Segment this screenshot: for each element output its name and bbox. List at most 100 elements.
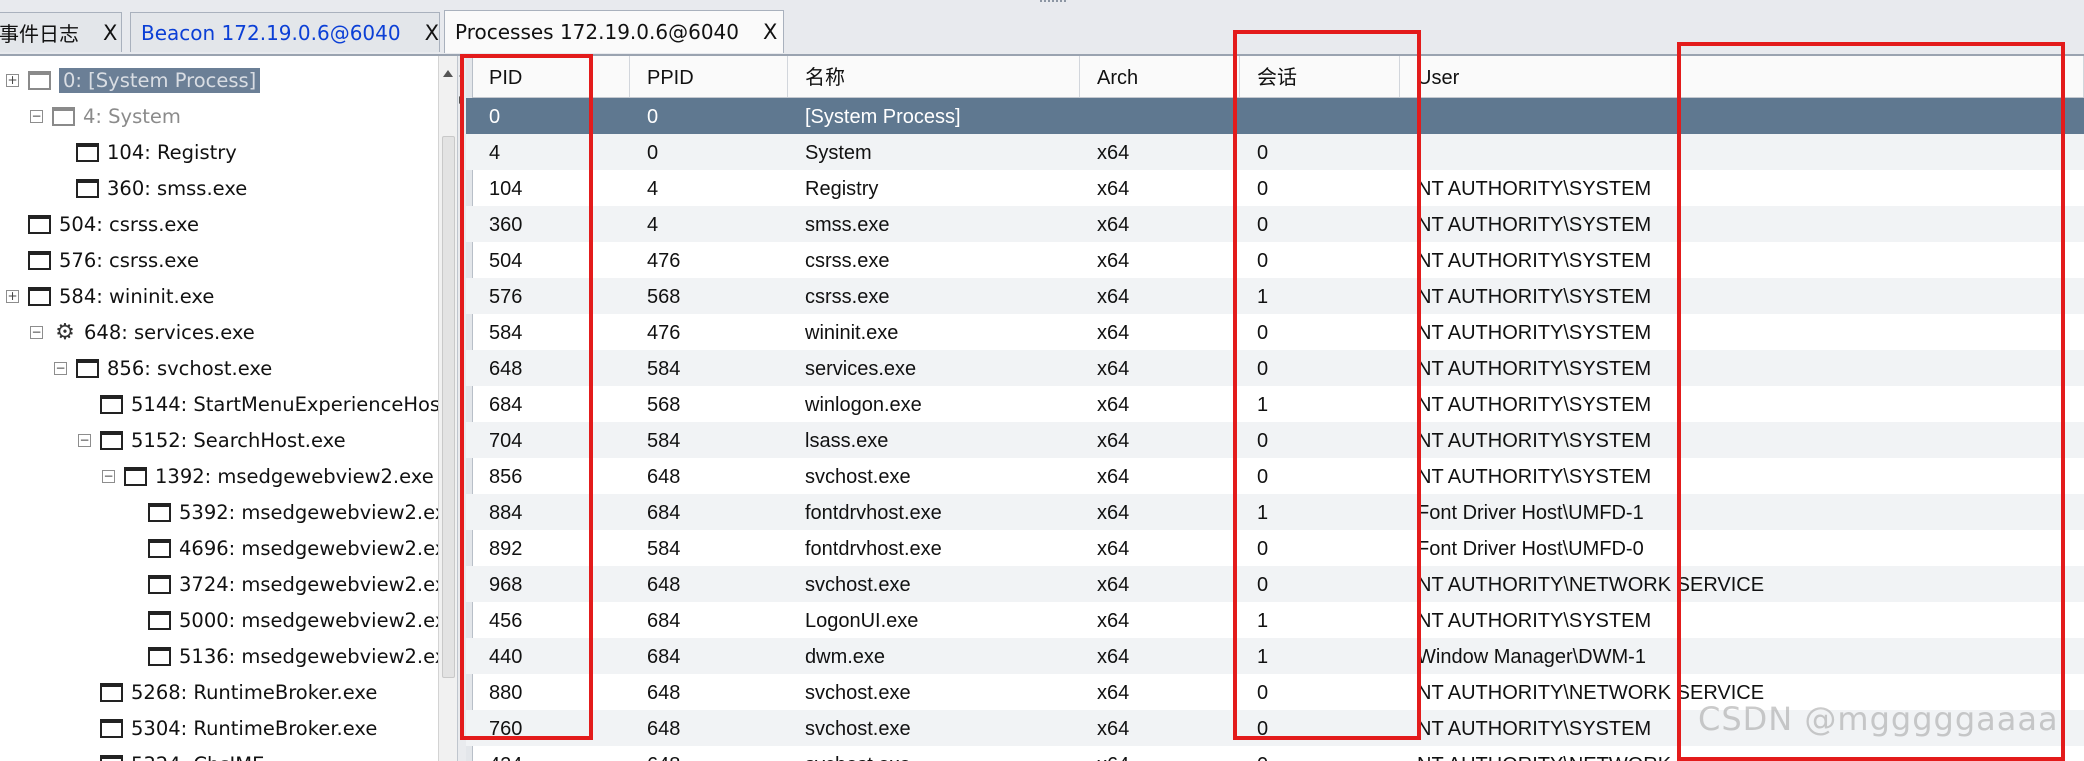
col-ppid-header[interactable]: PPID: [630, 56, 788, 97]
table-row[interactable]: 648 584 services.exe x64 0 NT AUTHORITY\SYSTE…: [466, 350, 2084, 386]
col-pid-cell: 968: [489, 574, 523, 596]
col-user-cell: NT AUTHORITY\NETWORK SERVICE: [1417, 574, 1765, 596]
col-user-cell: NT AUTHORITY\SYSTEM: [1417, 214, 1652, 236]
window-icon: [28, 250, 51, 270]
tree-item[interactable]: 504: csrss.exe: [6, 206, 199, 242]
col-session-cell: 0: [1257, 430, 1269, 452]
table-row[interactable]: 576 568 csrss.exe x64 1 NT AUTHORITY\SYSTEM: [466, 278, 2084, 314]
tree-item[interactable]: 5144: StartMenuExperienceHost.e: [78, 386, 438, 422]
table-row[interactable]: 684 568 winlogon.exe x64 1 NT AUTHORITY\SYSTE…: [466, 386, 2084, 422]
table-row[interactable]: 968 648 svchost.exe x64 0 NT AUTHORITY\NETWOR…: [466, 566, 2084, 602]
table-row[interactable]: 584 476 wininit.exe x64 0 NT AUTHORITY\SYSTEM: [466, 314, 2084, 350]
col-session-cell: 0: [1257, 682, 1269, 704]
expand-icon[interactable]: +: [6, 289, 19, 303]
col-user-cell: NT AUTHORITY\SYSTEM: [1417, 358, 1652, 380]
close-icon[interactable]: X: [425, 21, 439, 45]
tree-item[interactable]: − 1392: msedgewebview2.exe: [102, 458, 434, 494]
table-row[interactable]: 760 648 svchost.exe x64 0 NT AUTHORITY\SYSTEM: [466, 710, 2084, 746]
col-ppid-cell: 568: [647, 286, 681, 308]
col-session-header[interactable]: 会话: [1240, 56, 1400, 97]
tab-bar: 事件日志 X Beacon 172.19.0.6@6040 X Processe…: [0, 0, 2084, 56]
col-user-cell: NT AUTHORITY\SYSTEM: [1417, 718, 1652, 740]
table-row[interactable]: 4 0 System x64 0: [466, 134, 2084, 170]
col-session-cell: 0: [1257, 214, 1269, 236]
tree-item[interactable]: +0: [System Process]: [6, 62, 261, 98]
table-row[interactable]: 880 648 svchost.exe x64 0 NT AUTHORITY\NETWOR…: [466, 674, 2084, 710]
tab-beacon[interactable]: Beacon 172.19.0.6@6040 X: [130, 12, 440, 52]
collapse-icon[interactable]: −: [102, 469, 115, 483]
col-session-cell: 1: [1257, 286, 1269, 308]
window-icon: [28, 214, 51, 234]
table-row[interactable]: 856 648 svchost.exe x64 0 NT AUTHORITY\SYSTEM: [466, 458, 2084, 494]
close-icon[interactable]: X: [763, 20, 777, 44]
col-pid-cell: 0: [489, 106, 501, 128]
tree-scrollbar[interactable]: [438, 56, 457, 761]
collapse-left-icon[interactable]: [459, 72, 464, 80]
col-pid-cell: 504: [489, 250, 523, 272]
table-row[interactable]: 440 684 dwm.exe x64 1 Window Manager\DWM-1: [466, 638, 2084, 674]
tree-item[interactable]: 360: smss.exe: [54, 170, 247, 206]
tree-item[interactable]: 5324: ChsIME: [78, 746, 264, 761]
tree-item-label: 3724: msedgewebview2.exe: [179, 572, 438, 596]
window-icon: [76, 178, 99, 198]
col-arch-cell: [1080, 98, 1240, 134]
col-user-cell: NT AUTHORITY\SYSTEM: [1417, 394, 1652, 416]
window-icon: [148, 646, 171, 666]
col-ppid-cell: 648: [647, 682, 681, 704]
tree-item[interactable]: +584: wininit.exe: [6, 278, 214, 314]
col-arch-cell: x64: [1080, 746, 1240, 761]
col-name-cell: csrss.exe: [805, 250, 890, 272]
col-ppid-cell: 684: [647, 610, 681, 632]
table-row[interactable]: 0 0 [System Process]: [466, 98, 2084, 134]
collapse-icon[interactable]: −: [30, 325, 43, 339]
table-row[interactable]: 360 4 smss.exe x64 0 NT AUTHORITY\SYSTEM: [466, 206, 2084, 242]
col-user-cell: NT AUTHORITY\SYSTEM: [1417, 466, 1652, 488]
table-row[interactable]: 884 684 fontdrvhost.exe x64 1 Font Driver Hos…: [466, 494, 2084, 530]
collapse-icon[interactable]: −: [78, 433, 91, 447]
col-user-cell: [1400, 134, 2084, 170]
col-name-cell: Registry: [805, 178, 879, 200]
drag-grip[interactable]: [1040, 0, 1066, 6]
tree-item[interactable]: 5304: RuntimeBroker.exe: [78, 710, 377, 746]
tree-item[interactable]: 5268: RuntimeBroker.exe: [78, 674, 377, 710]
table-row[interactable]: 704 584 lsass.exe x64 0 NT AUTHORITY\SYSTEM: [466, 422, 2084, 458]
tree-item-label: 648: services.exe: [84, 320, 255, 344]
tree-item[interactable]: 4696: msedgewebview2.exe: [126, 530, 438, 566]
close-icon[interactable]: X: [103, 21, 117, 45]
col-pid-cell: 440: [489, 646, 523, 668]
tree-item[interactable]: − 5152: SearchHost.exe: [78, 422, 346, 458]
collapse-icon[interactable]: −: [54, 361, 67, 375]
process-tree[interactable]: +0: [System Process] − 4: System 104: Regis…: [0, 56, 438, 761]
tab-event-log[interactable]: 事件日志 X: [0, 12, 122, 52]
window-icon: [52, 106, 75, 126]
col-session-cell: 0: [1257, 358, 1269, 380]
table-row[interactable]: 504 476 csrss.exe x64 0 NT AUTHORITY\SYSTEM: [466, 242, 2084, 278]
expand-icon[interactable]: +: [6, 73, 19, 87]
col-user-header[interactable]: User: [1400, 56, 2084, 97]
collapse-right-icon[interactable]: [459, 96, 464, 104]
tree-item[interactable]: 5000: msedgewebview2.exe: [126, 602, 438, 638]
table-row[interactable]: 424648svchost.exex640NT AUTHORITY\NETWOR…: [466, 746, 2084, 761]
col-arch-header[interactable]: Arch: [1080, 56, 1240, 97]
table-row[interactable]: 104 4 Registry x64 0 NT AUTHORITY\SYSTEM: [466, 170, 2084, 206]
tree-item[interactable]: 104: Registry: [54, 134, 237, 170]
col-pid-cell: 584: [489, 322, 523, 344]
col-arch-cell: x64: [1097, 322, 1130, 344]
tab-processes[interactable]: Processes 172.19.0.6@6040 X: [444, 10, 784, 53]
table-row[interactable]: 456 684 LogonUI.exe x64 1 NT AUTHORITY\SYSTEM: [466, 602, 2084, 638]
col-pid-header[interactable]: PID: [472, 56, 630, 97]
col-pid-cell: 760: [489, 718, 523, 740]
tree-item[interactable]: 5136: msedgewebview2.exe: [126, 638, 438, 674]
col-session-cell: 0: [1257, 718, 1269, 740]
tree-item[interactable]: 576: csrss.exe: [6, 242, 199, 278]
tree-item[interactable]: − 4: System: [30, 98, 181, 134]
collapse-icon[interactable]: −: [30, 109, 43, 123]
tree-item[interactable]: − 856: svchost.exe: [54, 350, 272, 386]
col-name-header[interactable]: 名称: [788, 56, 1080, 97]
tree-item[interactable]: − ⚙ 648: services.exe: [30, 314, 255, 350]
table-row[interactable]: 892 584 fontdrvhost.exe x64 0 Font Driver Hos…: [466, 530, 2084, 566]
tree-item[interactable]: 5392: msedgewebview2.exe: [126, 494, 438, 530]
scroll-up-icon[interactable]: [443, 70, 453, 77]
tree-item[interactable]: 3724: msedgewebview2.exe: [126, 566, 438, 602]
scrollbar-thumb[interactable]: [442, 136, 455, 678]
